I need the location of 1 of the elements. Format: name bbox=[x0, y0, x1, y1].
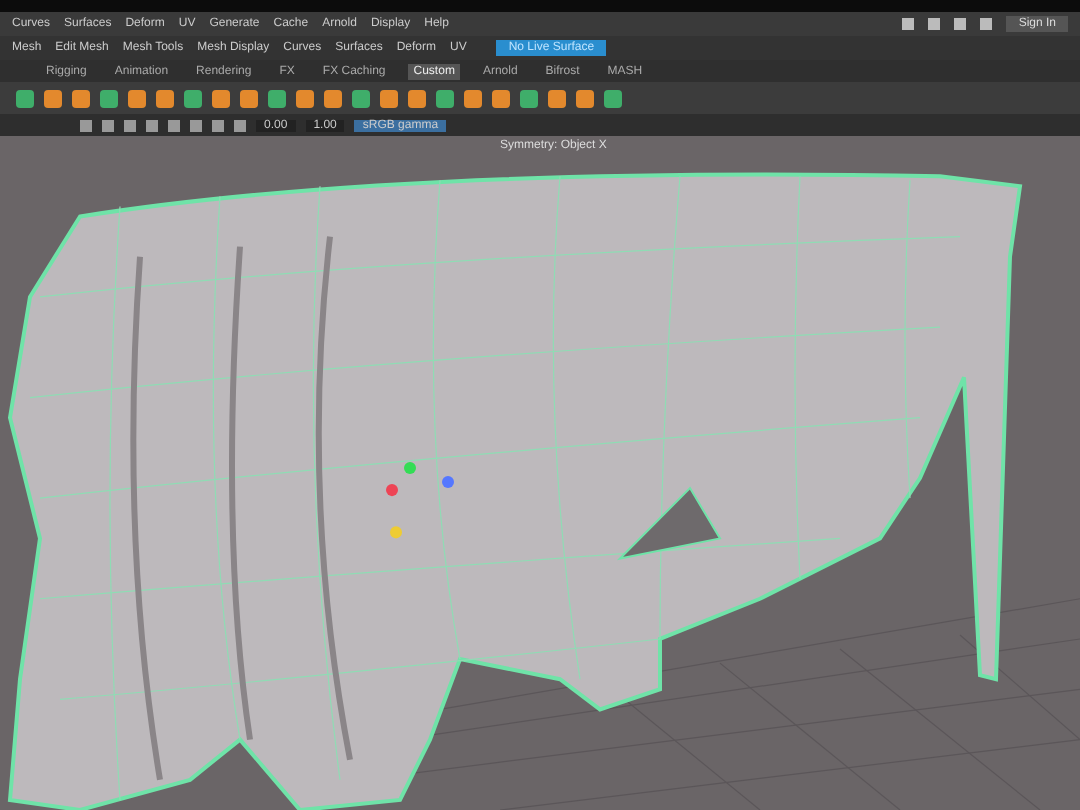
manipulator-icon bbox=[386, 461, 454, 539]
